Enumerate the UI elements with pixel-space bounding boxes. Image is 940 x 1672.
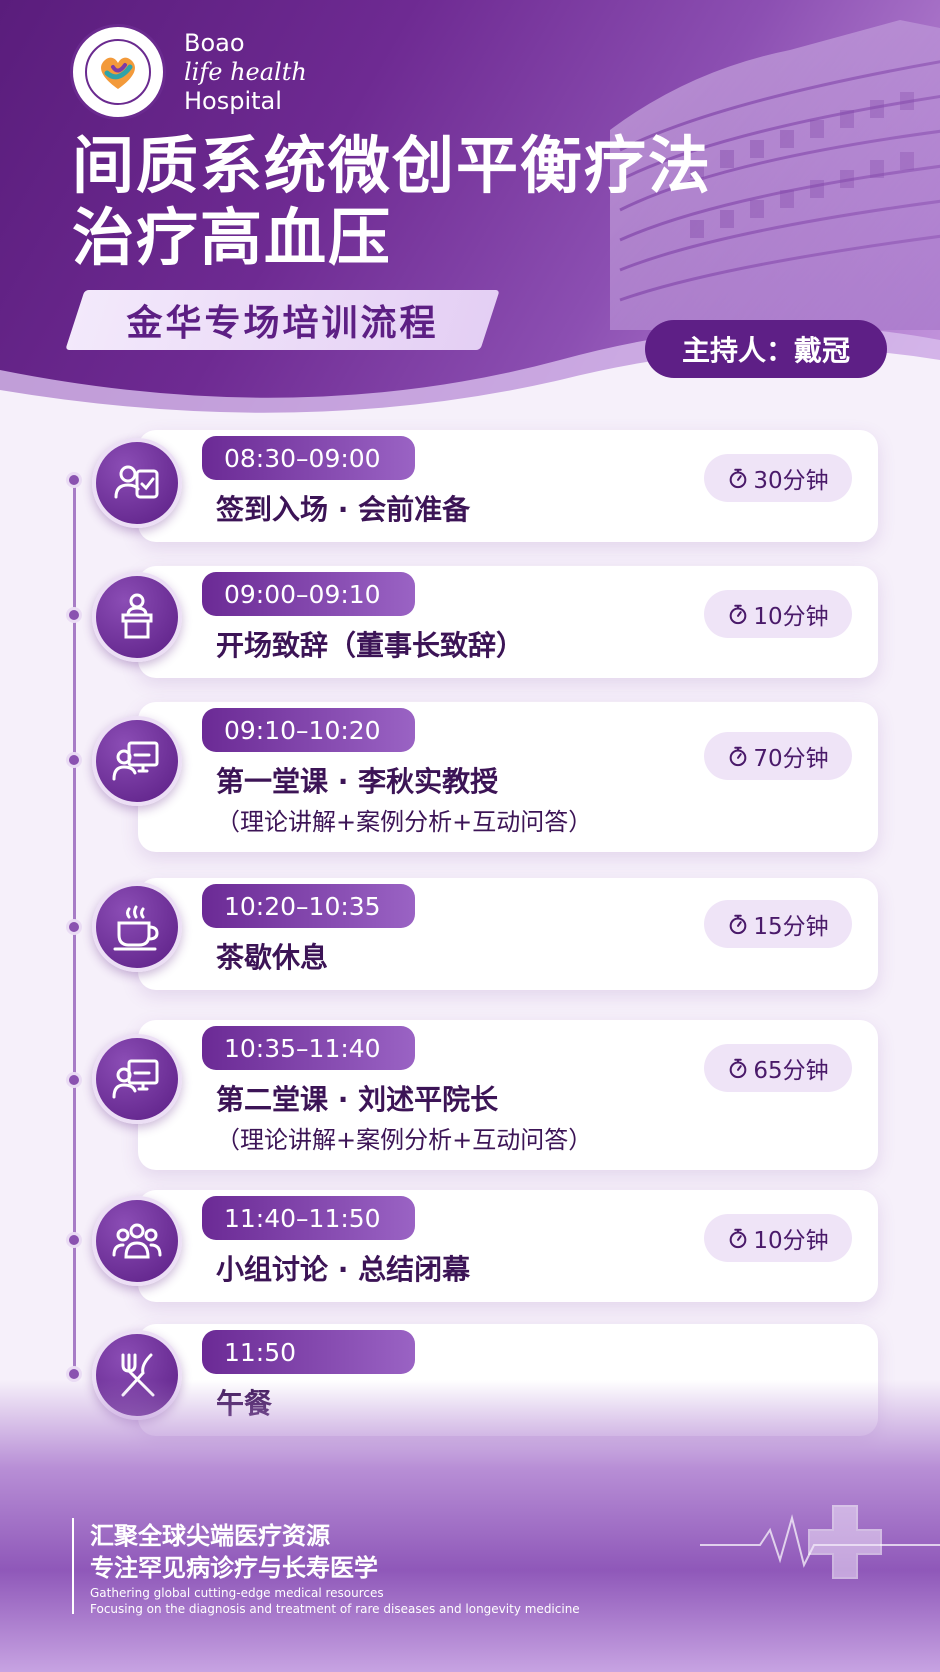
timer-icon (727, 1227, 749, 1249)
poster: Boao life health Hospital 间质系统微创平衡疗法 治疗高… (0, 0, 940, 1672)
page-subtitle: 金华专场培训流程 (126, 303, 439, 344)
timer-icon (727, 1057, 749, 1079)
duration-text: 10分钟 (753, 604, 829, 630)
time-slot: 09:00–09:10 (202, 572, 415, 616)
group-icon (92, 1196, 182, 1286)
heart-hands-icon (85, 39, 151, 105)
timeline-dot (66, 472, 82, 488)
sign-in-icon (92, 438, 182, 528)
time-slot: 09:10–10:20 (202, 708, 415, 752)
hospital-logo: Boao life health Hospital (70, 24, 307, 120)
duration-badge: 15分钟 (704, 900, 852, 948)
coffee-icon (92, 882, 182, 972)
hospital-name-line2: life health (184, 57, 307, 86)
page-title: 间质系统微创平衡疗法 治疗高血压 (72, 130, 712, 274)
duration-badge: 10分钟 (704, 1214, 852, 1262)
footer-english-2: Focusing on the diagnosis and treatment … (90, 1602, 580, 1616)
session-title: 小组讨论 · 总结闭幕 (216, 1253, 471, 1286)
lecture-icon (92, 1034, 182, 1124)
session-title: 开场致辞（董事长致辞） (216, 629, 525, 662)
duration-badge: 65分钟 (704, 1044, 852, 1092)
medical-cross-icon (808, 1505, 882, 1579)
timeline-dot (66, 1232, 82, 1248)
footer-divider (72, 1518, 74, 1614)
timer-icon (727, 913, 749, 935)
timeline-dot (66, 607, 82, 623)
hospital-name-line1: Boao (184, 28, 245, 57)
duration-text: 15分钟 (753, 914, 829, 940)
session-title: 第一堂课 · 李秋实教授 (216, 765, 499, 798)
duration-text: 30分钟 (753, 468, 829, 494)
timeline-dot (66, 1072, 82, 1088)
duration-text: 10分钟 (753, 1228, 829, 1254)
duration-badge: 70分钟 (704, 732, 852, 780)
hospital-name-line3: Hospital (184, 86, 282, 115)
duration-text: 65分钟 (753, 1058, 829, 1084)
session-subtitle: （理论讲解+案例分析+互动问答） (216, 808, 593, 836)
duration-badge: 30分钟 (704, 454, 852, 502)
session-subtitle: （理论讲解+案例分析+互动问答） (216, 1126, 593, 1154)
timeline-dot (66, 752, 82, 768)
duration-badge: 10分钟 (704, 590, 852, 638)
duration-text: 70分钟 (753, 746, 829, 772)
footer-slogan-1: 汇聚全球尖端医疗资源 (90, 1522, 330, 1550)
lecture-icon (92, 716, 182, 806)
hospital-name: Boao life health Hospital (184, 29, 307, 116)
title-line1: 间质系统微创平衡疗法 (72, 129, 713, 202)
footer-slogan-2: 专注罕见病诊疗与长寿医学 (90, 1554, 378, 1582)
session-title: 茶歇休息 (216, 941, 329, 974)
footer-english-1: Gathering global cutting-edge medical re… (90, 1586, 384, 1600)
host-badge: 主持人：戴冠 (645, 320, 887, 378)
session-title: 签到入场 · 会前准备 (216, 493, 471, 526)
session-title: 第二堂课 · 刘述平院长 (216, 1083, 499, 1116)
time-slot: 08:30–09:00 (202, 436, 415, 480)
time-slot: 10:20–10:35 (202, 884, 415, 928)
time-slot: 11:40–11:50 (202, 1196, 415, 1240)
time-slot: 11:50 (202, 1330, 415, 1374)
podium-icon (92, 572, 182, 662)
timeline-dot (66, 919, 82, 935)
logo-emblem (70, 24, 166, 120)
timer-icon (727, 603, 749, 625)
timer-icon (727, 745, 749, 767)
timer-icon (727, 467, 749, 489)
title-line2: 治疗高血压 (72, 201, 393, 274)
time-slot: 10:35–11:40 (202, 1026, 415, 1070)
